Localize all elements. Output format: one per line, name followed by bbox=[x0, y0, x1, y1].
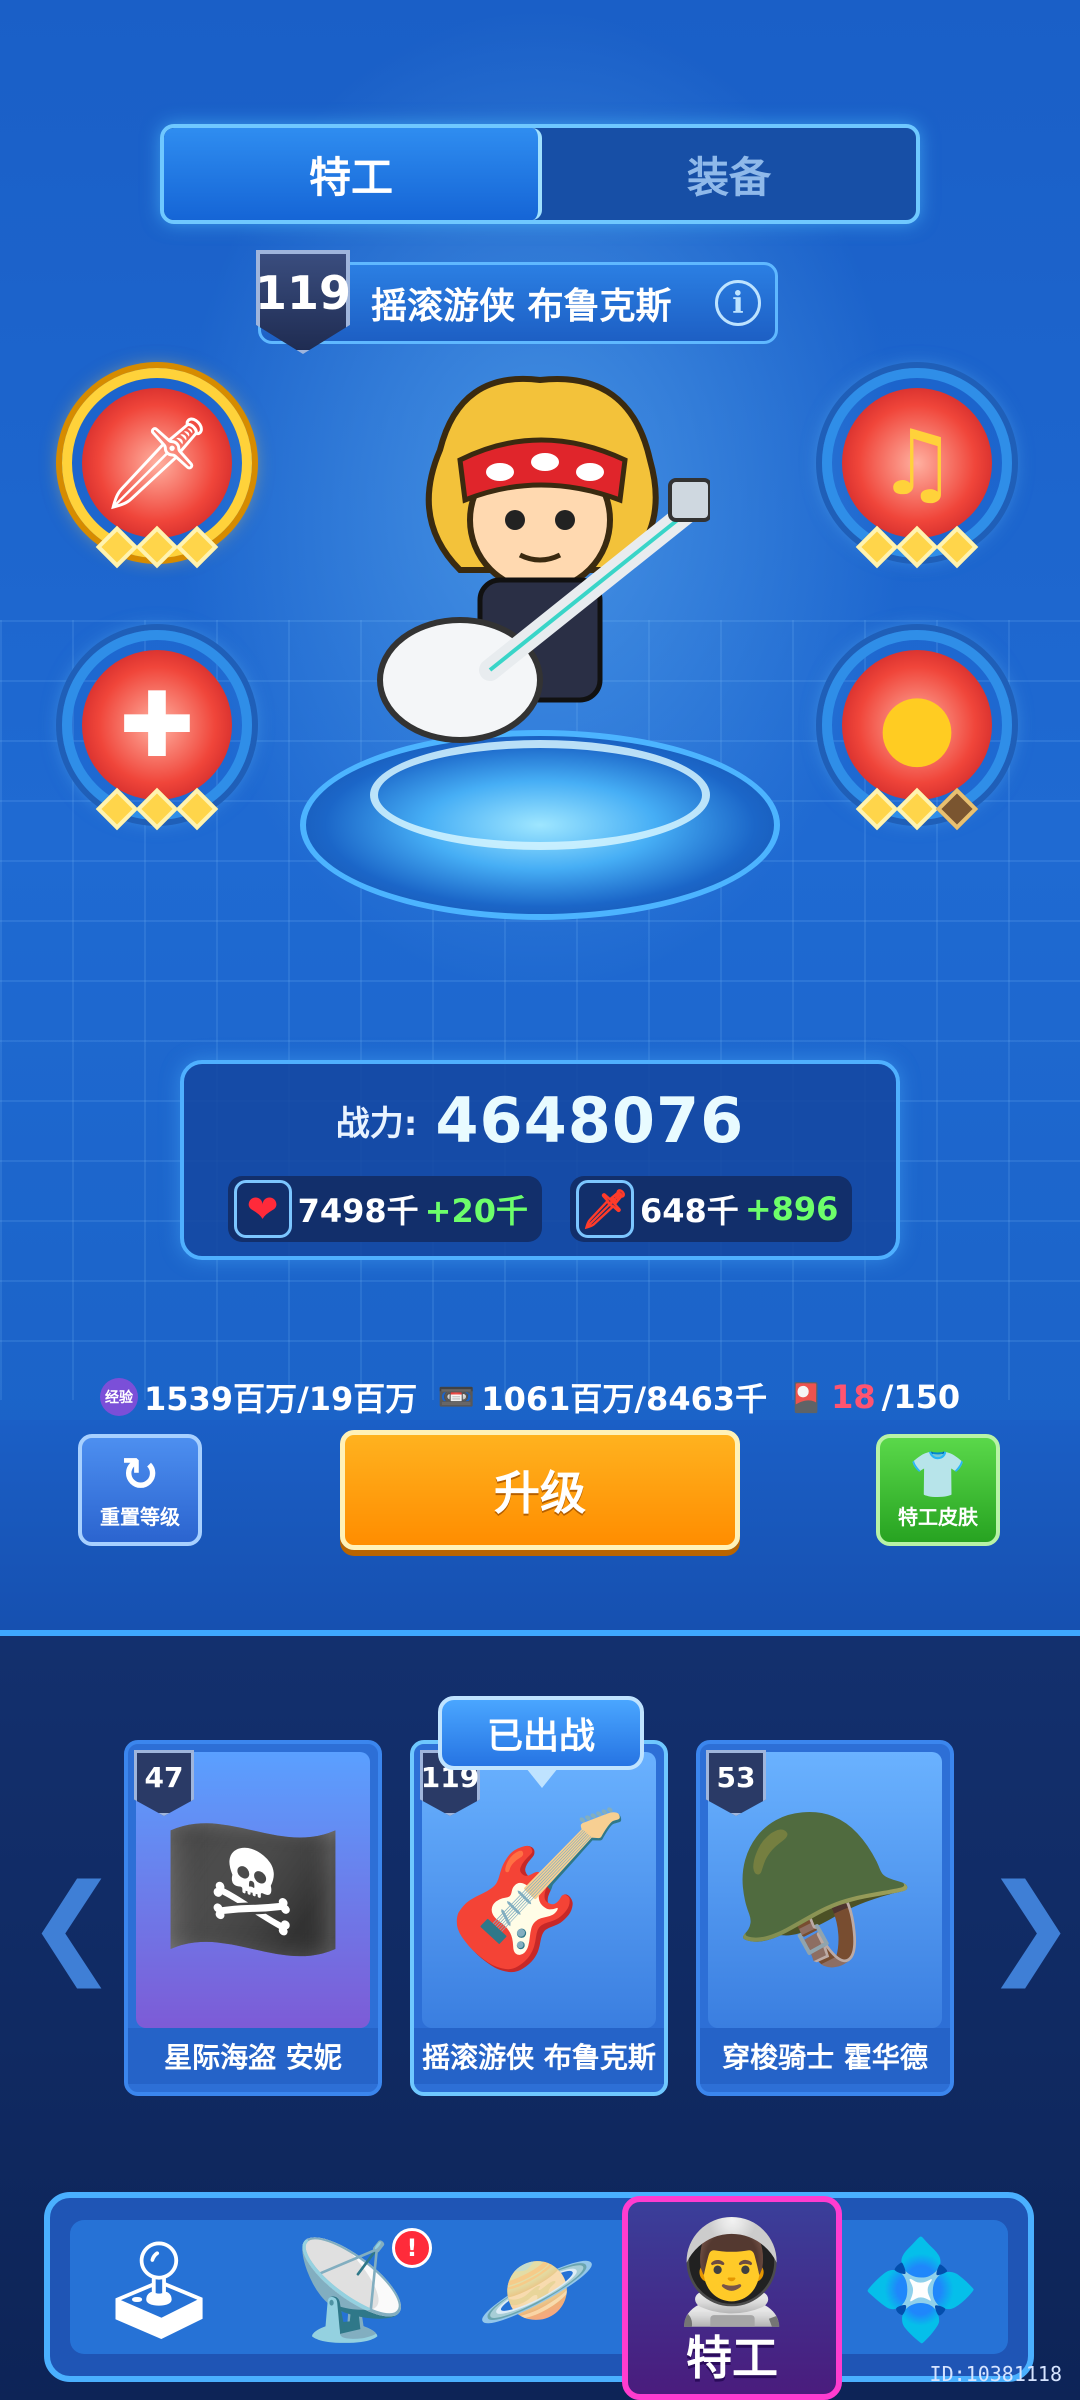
card-current: 18 bbox=[831, 1378, 876, 1416]
tape-resource: 📼 1061百万/8463千 bbox=[437, 1374, 768, 1420]
power-panel: 战力: 4648076 ❤ 7498千 +20千 🗡 648千 +896 bbox=[180, 1060, 900, 1260]
skill-stars bbox=[855, 787, 979, 831]
skill-stars bbox=[95, 525, 219, 569]
power-label: 战力: bbox=[335, 1103, 418, 1144]
tab-agent[interactable]: 特工 bbox=[164, 128, 542, 220]
skill-stars bbox=[855, 525, 979, 569]
player-id: ID:10381118 bbox=[929, 2362, 1062, 2386]
attack-bonus: +896 bbox=[744, 1190, 839, 1228]
sword-icon: 🗡 bbox=[576, 1180, 634, 1238]
upgrade-button[interactable]: 升级 bbox=[340, 1430, 740, 1550]
exp-icon: 经验 bbox=[100, 1378, 138, 1416]
shirt-icon: 👕 bbox=[909, 1446, 967, 1501]
card-resource: 🎴 18/150 bbox=[787, 1378, 960, 1416]
skill-slot-sword[interactable]: 🗡 bbox=[62, 368, 252, 569]
attack-value: 648千 bbox=[640, 1192, 739, 1230]
exp-resource: 经验 1539百万/19百万 bbox=[100, 1374, 417, 1420]
hp-value: 7498千 bbox=[297, 1192, 419, 1230]
skin-label: 特工皮肤 bbox=[898, 1504, 978, 1529]
next-arrow-icon[interactable]: ❯ bbox=[984, 1860, 1076, 1988]
alert-badge: ! bbox=[392, 2228, 432, 2268]
hp-bonus: +20千 bbox=[424, 1192, 528, 1230]
agent-card-selected[interactable]: 119 🎸 摇滚游侠 布鲁克斯 bbox=[410, 1740, 668, 2096]
plus-diamond-icon: ✚ bbox=[82, 650, 232, 800]
deployed-tag: 已出战 bbox=[438, 1696, 644, 1788]
power-value: 4648076 bbox=[435, 1083, 745, 1157]
tab-bar: 特工 装备 bbox=[160, 124, 920, 224]
tape-value: 1061百万/8463千 bbox=[481, 1380, 768, 1418]
card-name: 星际海盗 安妮 bbox=[128, 2028, 378, 2084]
heart-icon: ❤ bbox=[233, 1180, 292, 1238]
gem-frame-icon[interactable]: 💠 bbox=[846, 2210, 996, 2370]
card-icon: 🎴 bbox=[788, 1380, 824, 1414]
cassette-icon: 📼 bbox=[437, 1379, 475, 1415]
skill-slot-buff[interactable]: ✚ bbox=[62, 630, 252, 831]
card-name: 穿梭骑士 霍华德 bbox=[700, 2028, 950, 2084]
attack-stat: 🗡 648千 +896 bbox=[570, 1176, 853, 1242]
resource-row: 经验 1539百万/19百万 📼 1061百万/8463千 🎴 18/150 bbox=[100, 1372, 1000, 1422]
skill-stars bbox=[95, 787, 219, 831]
agent-skin-button[interactable]: 👕 特工皮肤 bbox=[876, 1434, 1000, 1546]
hero-name: 摇滚游侠 布鲁克斯 bbox=[371, 286, 672, 327]
planet-icon[interactable]: 🪐 bbox=[462, 2210, 612, 2370]
agent-card[interactable]: 47 🏴‍☠️ 星际海盗 安妮 bbox=[124, 1740, 382, 2096]
prev-arrow-icon[interactable]: ❮ bbox=[26, 1860, 118, 1988]
nav-agent-tab[interactable]: 👨‍🚀 特工 bbox=[622, 2196, 842, 2400]
agent-card[interactable]: 53 🪖 穿梭骑士 霍华德 bbox=[696, 1740, 954, 2096]
music-note-icon: ♫ bbox=[842, 388, 992, 538]
info-icon[interactable]: i bbox=[715, 280, 761, 326]
card-name: 摇滚游侠 布鲁克斯 bbox=[414, 2028, 664, 2084]
arcade-icon[interactable]: 🕹 bbox=[84, 2210, 234, 2370]
reset-label: 重置等级 bbox=[100, 1504, 180, 1529]
skill-slot-orb[interactable]: ● bbox=[822, 630, 1012, 831]
exp-value: 1539百万/19百万 bbox=[144, 1380, 418, 1418]
agent-helmet-icon: 👨‍🚀 bbox=[669, 2213, 795, 2330]
hp-stat: ❤ 7498千 +20千 bbox=[227, 1176, 542, 1242]
card-max: /150 bbox=[881, 1378, 961, 1416]
nav-agent-label: 特工 bbox=[686, 2331, 778, 2385]
hero-character[interactable] bbox=[370, 360, 710, 780]
reset-level-button[interactable]: ↻ 重置等级 bbox=[78, 1434, 202, 1546]
tab-equipment[interactable]: 装备 bbox=[542, 128, 916, 220]
skill-slot-music[interactable]: ♫ bbox=[822, 368, 1012, 569]
gold-orb-icon: ● bbox=[842, 650, 992, 800]
sword-icon: 🗡 bbox=[82, 388, 232, 538]
refresh-icon: ↻ bbox=[120, 1446, 160, 1501]
